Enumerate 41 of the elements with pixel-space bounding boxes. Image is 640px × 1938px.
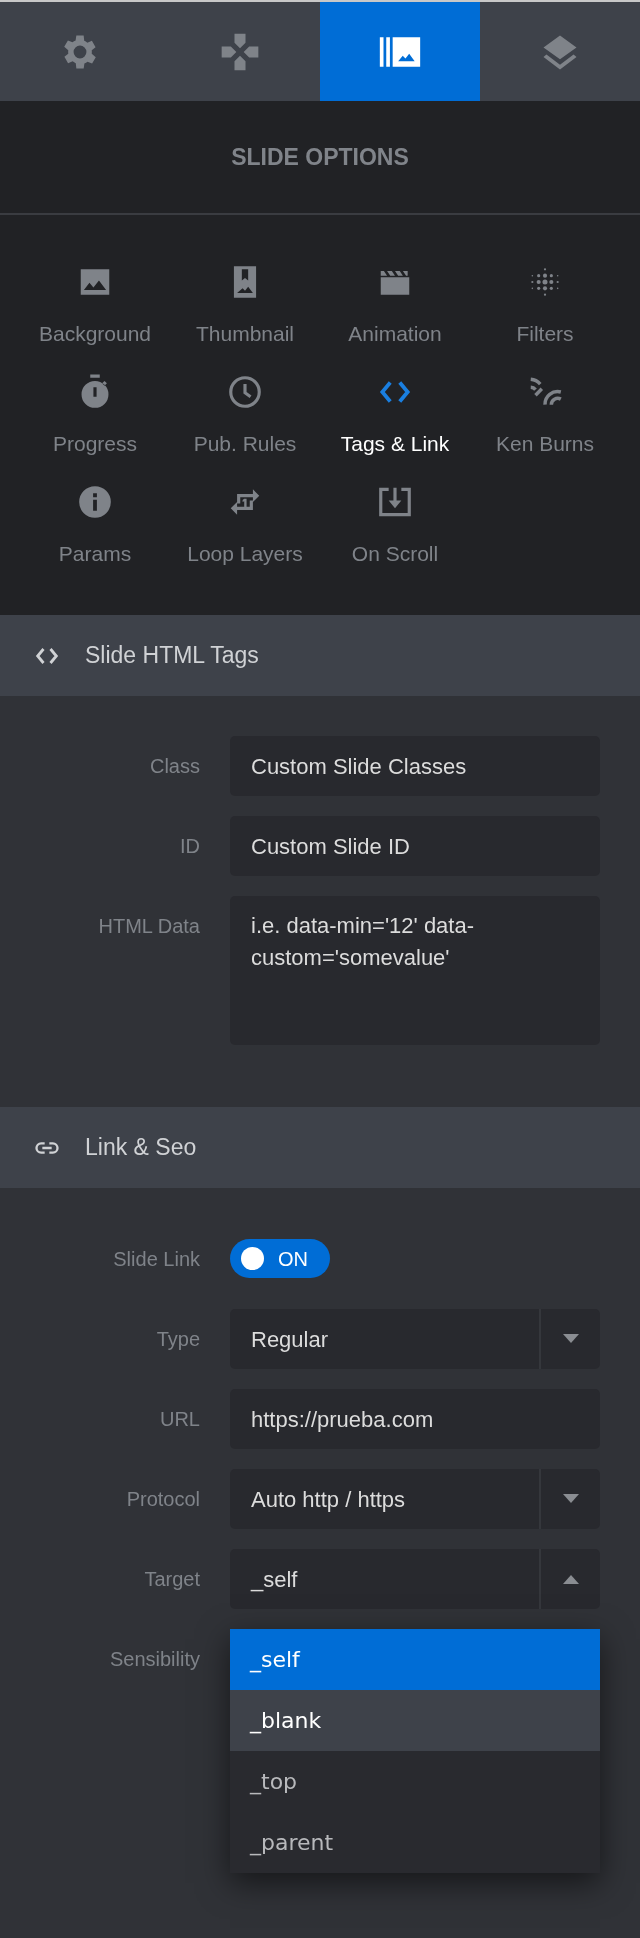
input-field[interactable]: Custom Slide ID (230, 816, 600, 876)
caret-icon (562, 1334, 579, 1344)
toggle-switch[interactable]: ON (230, 1239, 330, 1278)
select-field[interactable]: Auto http / https (230, 1469, 600, 1529)
tab[interactable] (320, 2, 480, 101)
option-item[interactable]: Progress (20, 373, 170, 483)
input-field[interactable]: https://prueba.com (230, 1389, 600, 1449)
option-item[interactable]: Animation (320, 263, 470, 373)
option-item[interactable]: Background (20, 263, 170, 373)
option-item[interactable]: Loop Layers (170, 483, 320, 593)
select-field[interactable]: Regular (230, 1309, 600, 1369)
field-label: Class (149, 754, 200, 779)
field-label: Sensibility (108, 1647, 200, 1672)
field-label: URL (159, 1407, 200, 1432)
option-item[interactable]: Pub. Rules (170, 373, 320, 483)
select-field[interactable]: _self (230, 1549, 600, 1609)
section-header[interactable]: Slide HTML Tags (0, 615, 640, 696)
option-item[interactable]: Params (20, 483, 170, 593)
option-item[interactable]: On Scroll (320, 483, 470, 593)
section-header[interactable]: Link & Seo (0, 1107, 640, 1188)
dropdown-option[interactable]: _blank (230, 1690, 600, 1751)
field-label: HTML Data (97, 914, 200, 939)
field-label: Target (143, 1567, 200, 1592)
dropdown-option[interactable]: _self (230, 1629, 600, 1690)
option-item[interactable]: Tags & Link (320, 373, 470, 483)
clock-icon (226, 373, 264, 411)
field-label: Protocol (125, 1487, 200, 1512)
info-icon (76, 483, 114, 521)
dropdown-option[interactable]: _top (230, 1751, 600, 1812)
option-item[interactable]: Thumbnail (170, 263, 320, 373)
caret-icon (562, 1494, 579, 1504)
text-area[interactable]: i.e. data-min='12' data-custom='somevalue' (230, 896, 600, 1045)
panel-title: SLIDE OPTIONS (231, 142, 409, 172)
option-item[interactable]: Filters (470, 263, 620, 373)
dropdown-option[interactable]: _parent (230, 1812, 600, 1873)
option-item[interactable]: Ken Burns (470, 373, 620, 483)
field-label: Type (155, 1327, 200, 1352)
caret-icon (562, 1574, 579, 1584)
input-field[interactable]: Custom Slide Classes (230, 736, 600, 796)
field-label: ID (179, 834, 200, 859)
field-label: Slide Link (112, 1246, 200, 1272)
